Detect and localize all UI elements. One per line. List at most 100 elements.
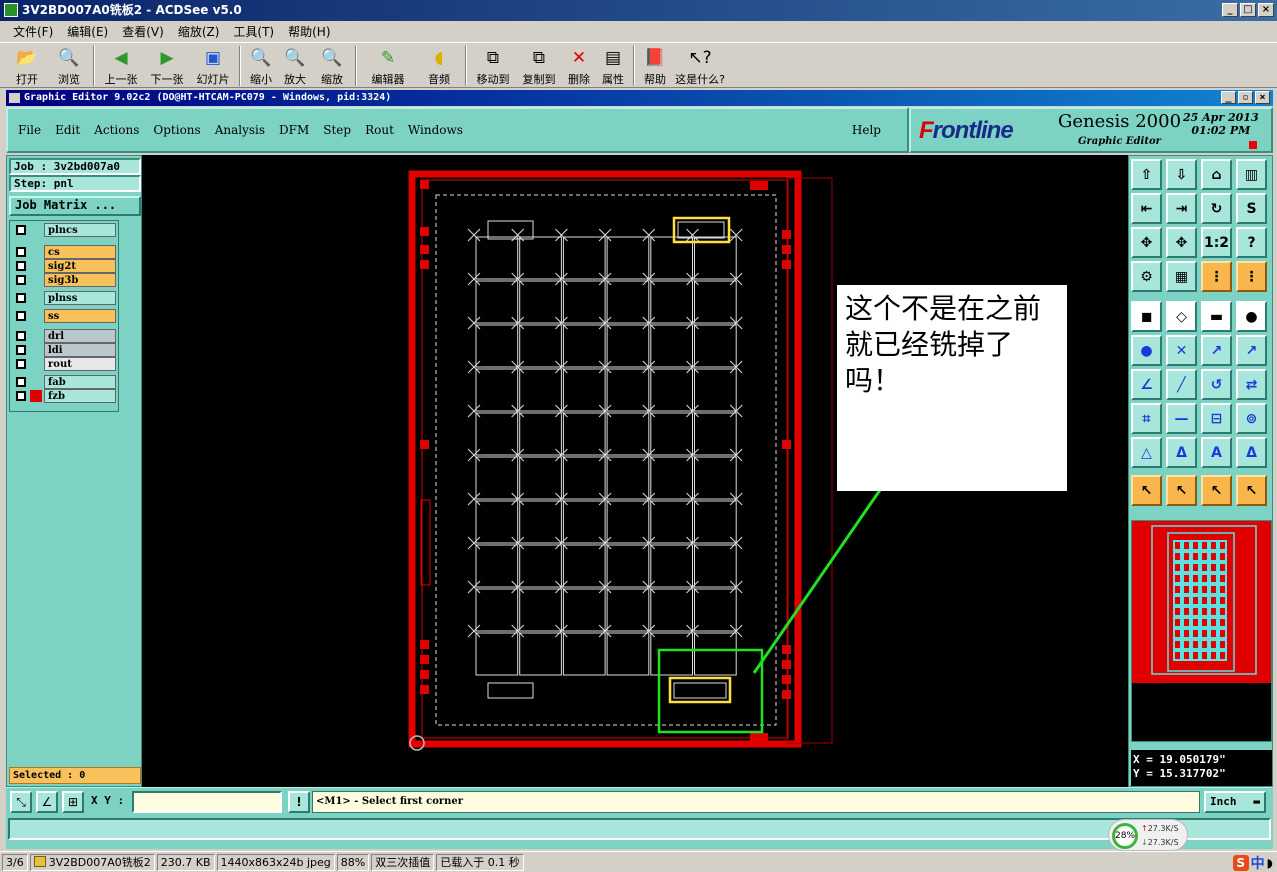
layer-name[interactable]: sig2t [44,259,116,273]
job-matrix-button[interactable]: Job Matrix ... [9,196,141,216]
zoom-button[interactable]: 🔍 缩放 [312,43,352,89]
layer-row-plnss[interactable]: plnss [13,291,116,305]
layer-checkbox[interactable] [16,311,26,321]
menu-step[interactable]: Step [323,123,351,137]
net-button[interactable]: ● [1131,335,1162,366]
menu-file[interactable]: 文件(F) [6,23,60,40]
layer-checkbox[interactable] [16,225,26,235]
layer-row-sig2t[interactable]: sig2t [13,259,116,273]
ime-indicator[interactable]: S 中 ◗ [1232,853,1273,872]
layer-name[interactable]: sig3b [44,273,116,287]
fit-button[interactable]: ✥ [1131,227,1162,258]
genesis-restore-button[interactable]: ▫ [1238,91,1253,104]
attributes-button[interactable]: ⚙ [1131,261,1162,292]
layer-row-plncs[interactable]: plncs [13,223,116,237]
unit-select[interactable]: Inch ▬ [1204,791,1266,813]
swap-button[interactable]: ↻ [1201,193,1232,224]
genesis-close-button[interactable]: × [1255,91,1270,104]
minus-button[interactable]: — [1166,403,1197,434]
home-button[interactable]: ⌂ [1201,159,1232,190]
layer-name[interactable]: drl [44,329,116,343]
editor-button[interactable]: ✎ 编辑器 [360,43,416,89]
menu-windows[interactable]: Windows [408,123,463,137]
layer-name[interactable]: plncs [44,223,116,237]
layer-name[interactable]: rout [44,357,116,371]
layer-checkbox[interactable] [16,261,26,271]
layer-row-ldi[interactable]: ldi [13,343,116,357]
help-q-button[interactable]: ? [1236,227,1267,258]
layer-name[interactable]: ldi [44,343,116,357]
pad-button[interactable]: ● [1236,301,1267,332]
slash-button[interactable]: ╱ [1166,369,1197,400]
menu-dfm[interactable]: DFM [279,123,309,137]
pointer-b-button[interactable]: ↖ [1201,475,1232,506]
move-button[interactable]: ⌗ [1131,403,1162,434]
cross-button[interactable]: ✕ [1166,335,1197,366]
window-button[interactable]: ▥ [1236,159,1267,190]
triangle-a-button[interactable]: Δ [1166,437,1197,468]
measure-button[interactable]: ∠ [36,791,58,813]
import-button[interactable]: ⇤ [1131,193,1162,224]
triangle-c-button[interactable]: Δ [1236,437,1267,468]
minimize-button[interactable]: _ [1222,3,1238,17]
surface-button[interactable]: ◇ [1166,301,1197,332]
line-button[interactable]: ↗ [1201,335,1232,366]
layer-row-cs[interactable]: cs [13,245,116,259]
menu-help[interactable]: Help [852,123,881,137]
resize-button[interactable]: ⊟ [1201,403,1232,434]
menu-file[interactable]: File [18,123,41,137]
layer-row-rout[interactable]: rout [13,357,116,371]
next-button[interactable]: ▶ 下一张 [144,43,190,89]
layer-name[interactable]: fzb [44,389,116,403]
grid-snap-button[interactable]: ⊞ [62,791,84,813]
layer-row-drl[interactable]: drl [13,329,116,343]
layer-checkbox[interactable] [16,247,26,257]
layer-row-fab[interactable]: fab [13,375,116,389]
export-button[interactable]: ⇥ [1166,193,1197,224]
arc-button[interactable]: ↗ [1236,335,1267,366]
zoom-window-button[interactable]: ⤡ [10,791,32,813]
zoom-in-button[interactable]: 🔍 放大 [278,43,312,89]
alert-icon[interactable]: ! [288,791,310,813]
layer-row-ss[interactable]: ss [13,309,116,323]
layer-name[interactable]: fab [44,375,116,389]
close-button[interactable]: × [1258,3,1274,17]
menu-view[interactable]: 查看(V) [115,23,171,40]
layer-row-sig3b[interactable]: sig3b [13,273,116,287]
pointer-a-button[interactable]: ↖ [1166,475,1197,506]
menu-options[interactable]: Options [153,123,200,137]
menu-actions[interactable]: Actions [94,123,139,137]
delete-button[interactable]: ✕ 删除 [562,43,596,89]
help-button[interactable]: 📕 帮助 [638,43,672,89]
layer-name[interactable]: ss [44,309,116,323]
prev-button[interactable]: ◀ 上一张 [98,43,144,89]
maximize-button[interactable]: □ [1240,3,1256,17]
layers-button[interactable]: ⋮ [1201,261,1232,292]
center-button[interactable]: ✥ [1166,227,1197,258]
layer-name[interactable]: plnss [44,291,116,305]
fill-button[interactable]: ◼ [1131,301,1162,332]
browse-button[interactable]: 🔍 浏览 [48,43,90,89]
layer-name[interactable]: cs [44,245,116,259]
menu-help[interactable]: 帮助(H) [281,23,337,40]
audio-button[interactable]: ◖ 音频 [416,43,462,89]
layer-checkbox[interactable] [16,275,26,285]
layer-checkbox[interactable] [16,331,26,341]
ratio-button[interactable]: 1:2 [1201,227,1232,258]
menu-tools[interactable]: 工具(T) [226,23,281,40]
layer-checkbox[interactable] [16,391,26,401]
triangle-b-button[interactable]: A [1201,437,1232,468]
layer-checkbox[interactable] [16,359,26,369]
genesis-minimize-button[interactable]: _ [1221,91,1236,104]
slideshow-button[interactable]: ▣ 幻灯片 [190,43,236,89]
layer-checkbox[interactable] [16,345,26,355]
menu-edit[interactable]: 编辑(E) [60,23,115,40]
angle-button[interactable]: ∠ [1131,369,1162,400]
copy-to-button[interactable]: ⧉ 复制到 [516,43,562,89]
pointer-button[interactable]: ↖ [1131,475,1162,506]
layer-checkbox[interactable] [16,377,26,387]
layer-checkbox[interactable] [16,293,26,303]
connect-button[interactable]: ⊚ [1236,403,1267,434]
ruler-button[interactable]: ▬ [1201,301,1232,332]
xy-input[interactable] [132,791,282,813]
